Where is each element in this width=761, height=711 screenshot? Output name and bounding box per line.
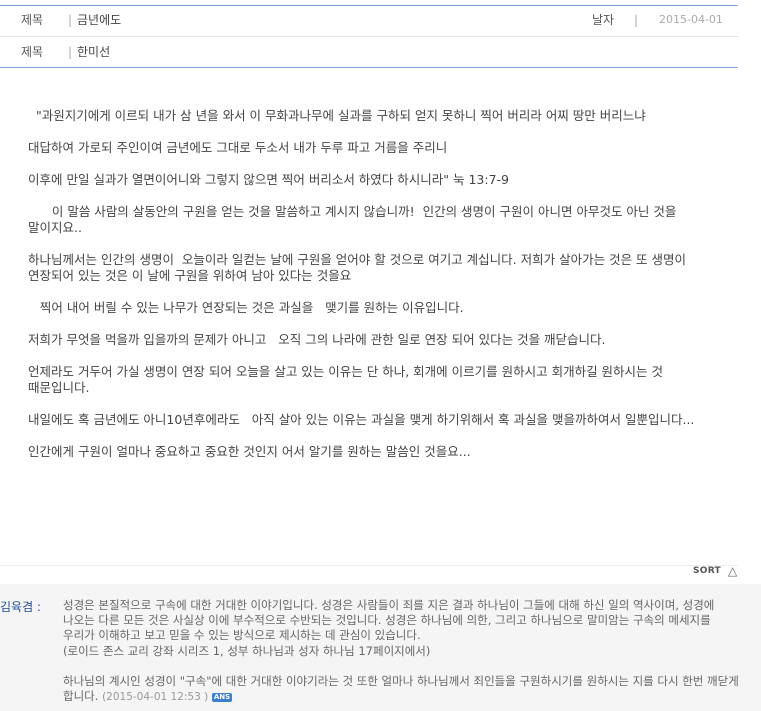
post-content: "과원지기에게 이르되 내가 삼 년을 와서 이 무화과나무에 실과를 구하되 … [28, 108, 718, 476]
comment-section: 김육겸 : 성경은 본질적으로 구속에 대한 거대한 이야기입니다. 성경은 사… [0, 584, 761, 711]
comment-author[interactable]: 김육겸 : [0, 598, 41, 615]
comment-divider [0, 565, 738, 566]
comment-text-2: 하나님의 계시인 성경이 "구속"에 대한 거대한 이야기라는 것 또한 얼마나… [63, 674, 739, 705]
field-divider: | [68, 13, 73, 27]
subject-value: 금년에도 [77, 13, 122, 27]
header-top-rule [0, 5, 738, 6]
comment-body: 성경은 본질적으로 구속에 대한 거대한 이야기입니다. 성경은 사람들이 죄를… [63, 598, 739, 705]
paragraph: 인간에게 구원이 얼마나 중요하고 중요한 것인지 어서 알기를 원하는 말씀인… [28, 444, 471, 459]
paragraph: 대답하여 가로되 주인이여 금년에도 그대로 두소서 내가 두루 파고 거름을 … [28, 140, 448, 155]
paragraph: 저희가 무엇을 먹을까 입을까의 문제가 아니고 오직 그의 나라에 관한 일로… [28, 332, 606, 347]
date-label: 날자 [592, 13, 615, 27]
paragraph: 찍어 내어 버릴 수 있는 나무가 연장되는 것은 과실을 맺기를 원하는 이유… [28, 300, 464, 315]
paragraph: 이 말씀 사람의 살동안의 구원을 얻는 것을 말씀하고 계시지 않습니까! 인… [28, 204, 681, 235]
author-value: 한미선 [77, 45, 111, 59]
field-divider: | [634, 13, 639, 27]
header-bottom-rule [0, 67, 738, 68]
comment-citation: (로이드 존스 교리 강좌 시리즈 1, 성부 하나님과 성자 하나님 17페이… [63, 643, 431, 658]
reply-badge[interactable]: ANS [211, 693, 233, 703]
paragraph: 하나님께서는 인간의 생명이 오늘이라 일컫는 날에 구원을 얻어야 할 것으로… [28, 252, 691, 283]
field-divider: | [68, 45, 73, 59]
paragraph: 이후에 만일 실과가 열면이어니와 그렇지 않으면 찍어 버리소서 하였다 하시… [28, 172, 509, 187]
comment-spacer [63, 659, 739, 674]
date-value: 2015-04-01 [659, 13, 723, 26]
paragraph: "과원지기에게 이르되 내가 삼 년을 와서 이 무화과나무에 실과를 구하되 … [28, 108, 646, 123]
paragraph: 언제라도 거두어 가실 생명이 연장 되어 오늘을 살고 있는 이유는 단 하나… [28, 364, 668, 395]
row-divider [0, 36, 738, 37]
triangle-up-icon[interactable]: △ [728, 564, 737, 578]
comment-date: (2015-04-01 12:53 ) [102, 691, 209, 704]
author-label: 제목 [21, 45, 44, 59]
sort-button[interactable]: SORT [693, 566, 721, 576]
comment-text: 성경은 본질적으로 구속에 대한 거대한 이야기입니다. 성경은 사람들이 죄를… [63, 598, 715, 643]
subject-label: 제목 [21, 13, 44, 27]
paragraph: 내일에도 혹 금년에도 아니10년후에라도 아직 살아 있는 이유는 과실을 맺… [28, 412, 695, 427]
